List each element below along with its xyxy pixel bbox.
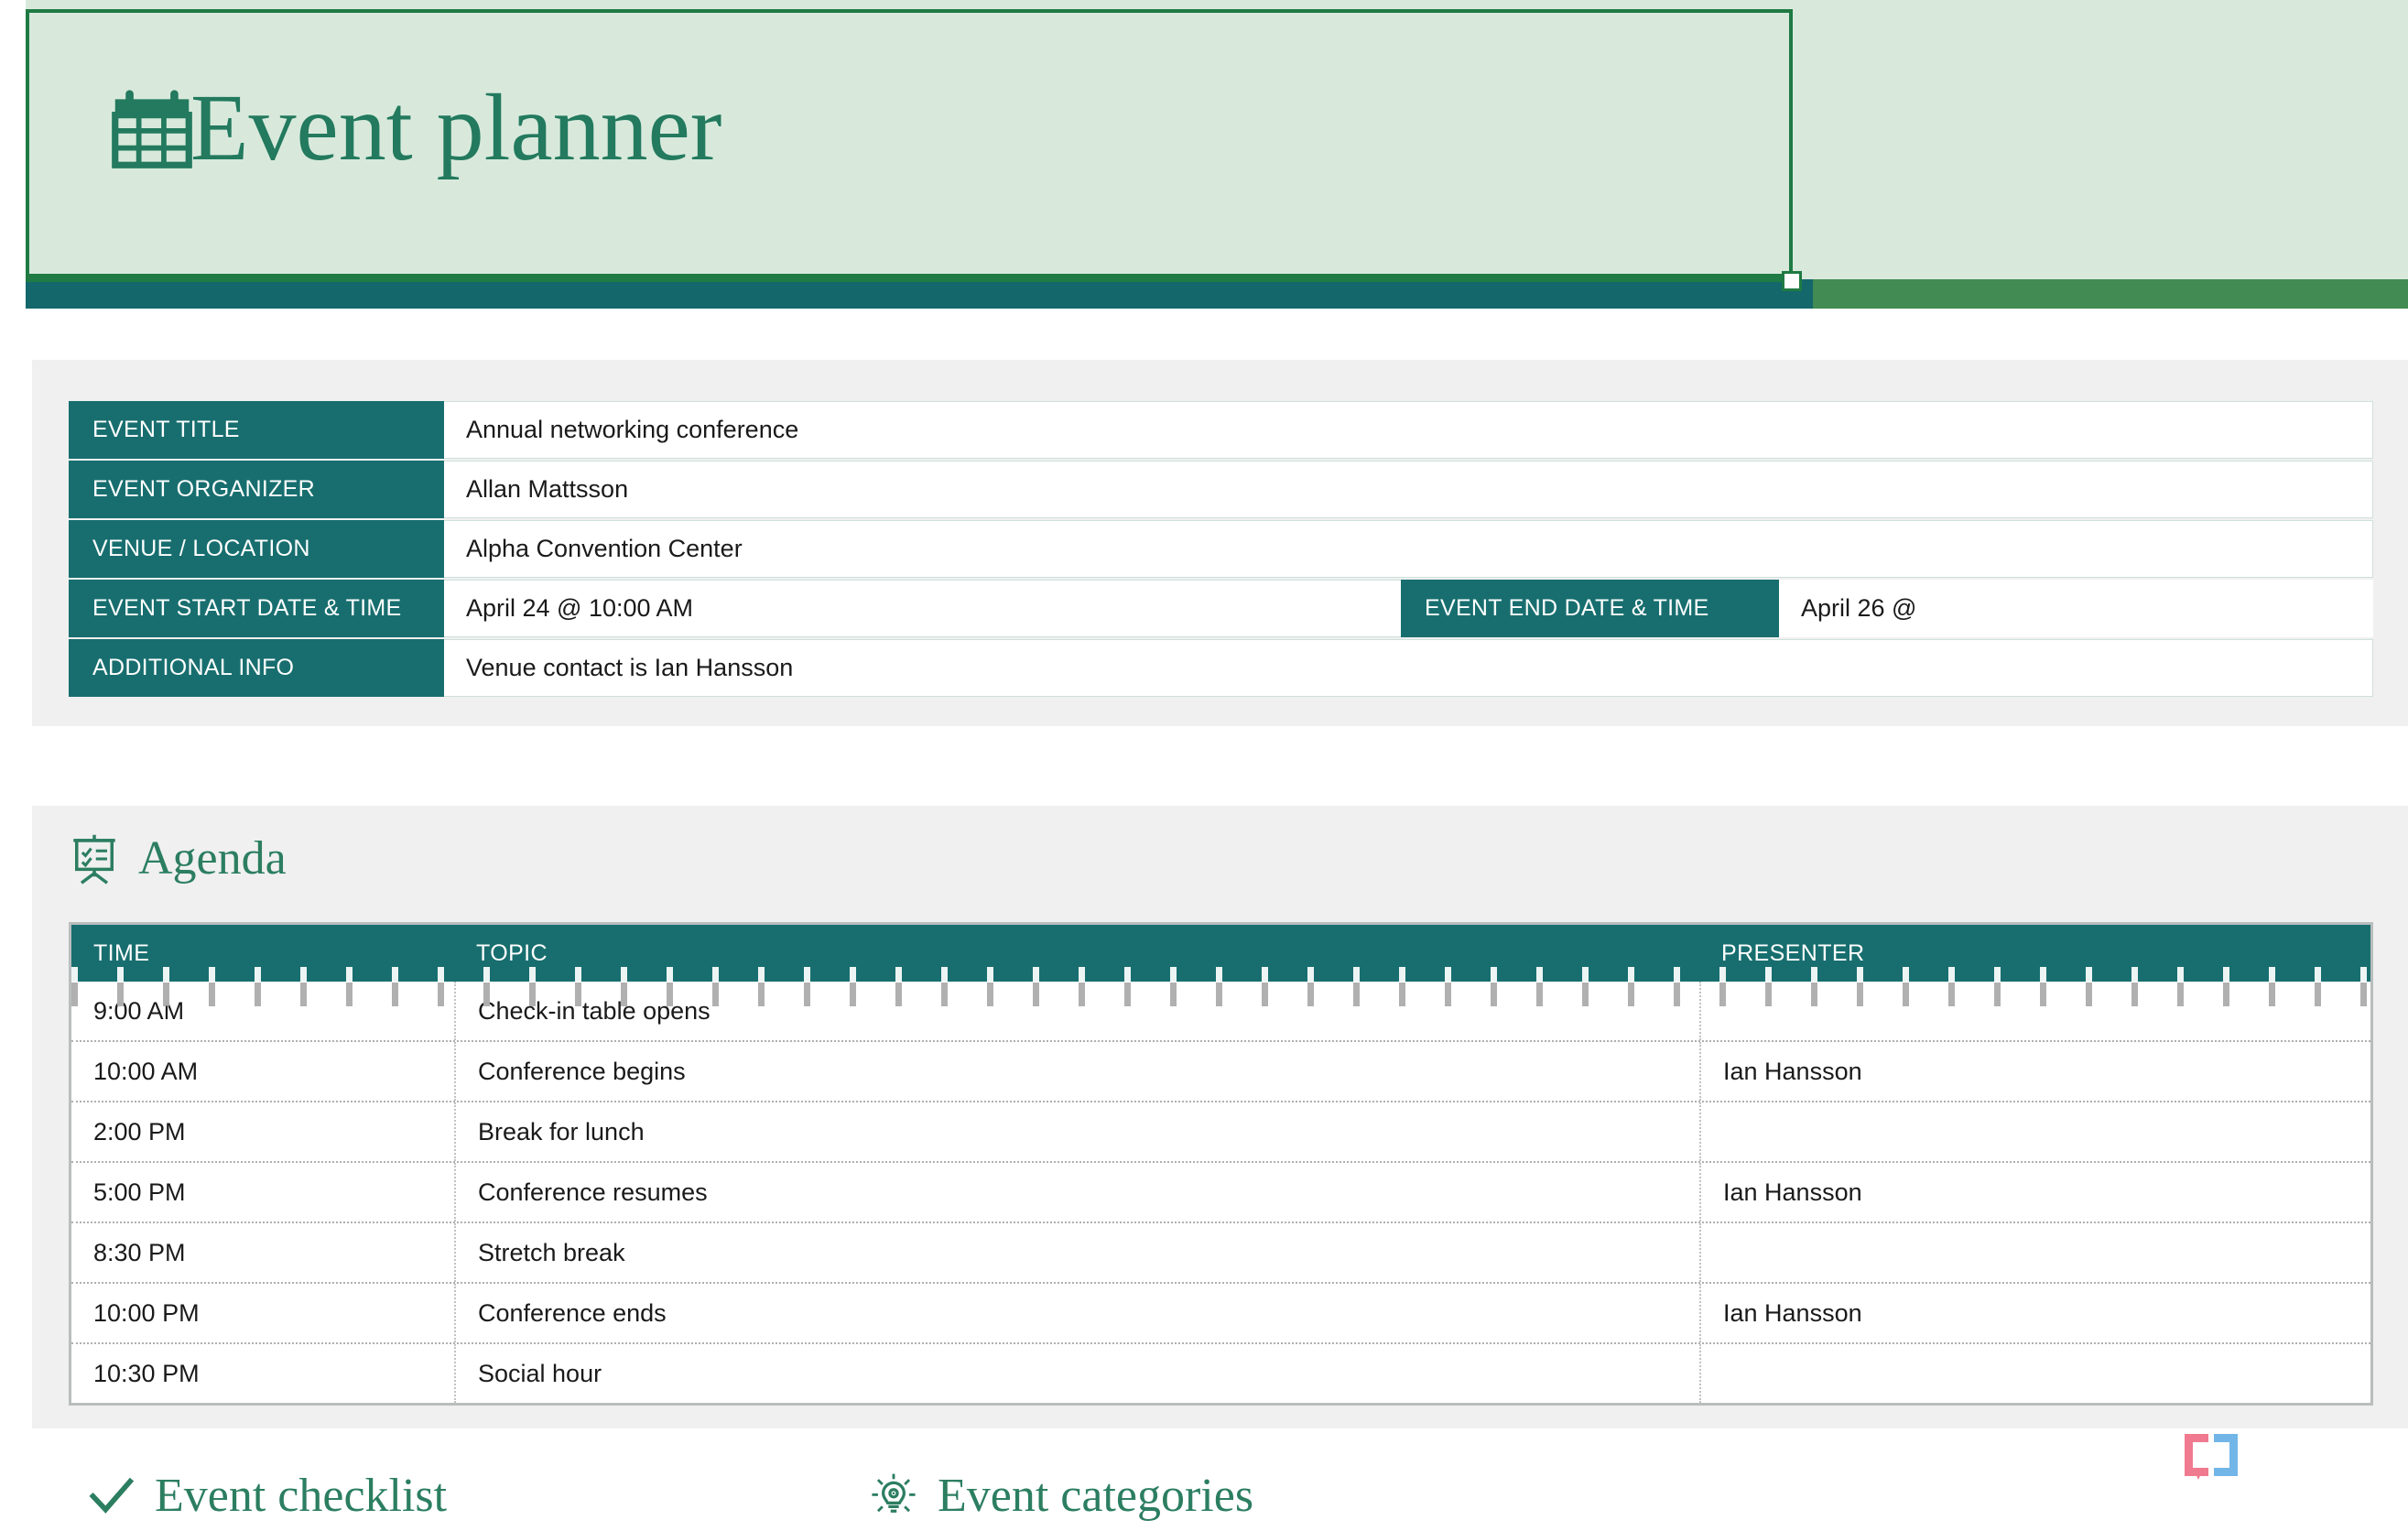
agenda-cell-topic[interactable]: Stretch break <box>454 1223 1699 1282</box>
agenda-cell-presenter[interactable] <box>1699 1223 2370 1282</box>
agenda-cell-time[interactable]: 8:30 PM <box>71 1223 454 1282</box>
info-row-event-organizer: EVENT ORGANIZER Allan Mattsson <box>69 461 2373 518</box>
event-categories-label: Event categories <box>938 1470 1254 1522</box>
info-value-event-organizer[interactable]: Allan Mattsson <box>444 461 2373 518</box>
table-row[interactable]: 10:30 PM Social hour <box>71 1342 2370 1403</box>
agenda-cell-time[interactable]: 10:30 PM <box>71 1344 454 1403</box>
info-row-additional-info: ADDITIONAL INFO Venue contact is Ian Han… <box>69 639 2373 697</box>
agenda-column-header-topic[interactable]: TOPIC <box>454 925 1699 982</box>
info-row-event-title: EVENT TITLE Annual networking conference <box>69 401 2373 459</box>
info-value-venue-location[interactable]: Alpha Convention Center <box>444 520 2373 578</box>
agenda-cell-topic[interactable]: Check-in table opens <box>454 982 1699 1040</box>
event-categories-heading: Event categories <box>870 1472 1253 1520</box>
agenda-table-header-row: TIME TOPIC PRESENTER <box>71 925 2370 982</box>
agenda-cell-topic[interactable]: Conference resumes <box>454 1163 1699 1222</box>
table-row[interactable]: 2:00 PM Break for lunch <box>71 1101 2370 1161</box>
agenda-cell-presenter[interactable] <box>1699 1344 2370 1403</box>
agenda-cell-time[interactable]: 10:00 AM <box>71 1042 454 1101</box>
checkmark-icon <box>89 1477 135 1514</box>
info-value-additional-info[interactable]: Venue contact is Ian Hansson <box>444 639 2373 697</box>
event-info-table: EVENT TITLE Annual networking conference… <box>69 401 2373 699</box>
info-label-event-end: EVENT END DATE & TIME <box>1401 580 1779 637</box>
agenda-cell-time[interactable]: 10:00 PM <box>71 1284 454 1342</box>
agenda-cell-topic[interactable]: Conference begins <box>454 1042 1699 1101</box>
agenda-cell-presenter[interactable]: Ian Hansson <box>1699 1042 2370 1101</box>
agenda-cell-presenter[interactable]: Ian Hansson <box>1699 1163 2370 1222</box>
agenda-cell-time[interactable]: 9:00 AM <box>71 982 454 1040</box>
agenda-heading-label: Agenda <box>138 832 287 885</box>
agenda-table: TIME TOPIC PRESENTER 9:00 AM Check-in ta… <box>69 922 2373 1406</box>
accent-bar-green <box>1813 279 2408 309</box>
agenda-cell-topic[interactable]: Conference ends <box>454 1284 1699 1342</box>
info-label-event-organizer: EVENT ORGANIZER <box>69 461 444 518</box>
agenda-cell-topic[interactable]: Social hour <box>454 1344 1699 1403</box>
info-label-additional-info: ADDITIONAL INFO <box>69 639 444 697</box>
info-row-event-start: EVENT START DATE & TIME April 24 @ 10:00… <box>69 580 2373 637</box>
table-row[interactable]: 5:00 PM Conference resumes Ian Hansson <box>71 1161 2370 1222</box>
info-value-event-title[interactable]: Annual networking conference <box>444 401 2373 459</box>
event-checklist-heading: Event checklist <box>87 1472 447 1520</box>
info-value-event-end[interactable]: April 26 @ <box>1779 580 2373 637</box>
header-selection-box[interactable] <box>26 9 1793 282</box>
agenda-column-header-presenter[interactable]: PRESENTER <box>1699 925 2370 982</box>
xda-watermark-logo <box>2185 1434 2368 1480</box>
agenda-cell-presenter[interactable] <box>1699 982 2370 1040</box>
table-row[interactable]: 10:00 PM Conference ends Ian Hansson <box>71 1282 2370 1342</box>
info-label-venue-location: VENUE / LOCATION <box>69 520 444 578</box>
agenda-cell-presenter[interactable] <box>1699 1102 2370 1161</box>
event-checklist-label: Event checklist <box>155 1470 448 1522</box>
agenda-column-header-time[interactable]: TIME <box>71 925 454 982</box>
accent-bar-teal <box>26 279 1813 309</box>
agenda-cell-time[interactable]: 2:00 PM <box>71 1102 454 1161</box>
agenda-heading: Agenda <box>69 833 287 885</box>
selection-resize-handle[interactable] <box>1782 271 1802 291</box>
table-row[interactable]: 9:00 AM Check-in table opens <box>71 982 2370 1040</box>
lightbulb-gear-icon <box>872 1473 916 1513</box>
agenda-cell-presenter[interactable]: Ian Hansson <box>1699 1284 2370 1342</box>
agenda-cell-time[interactable]: 5:00 PM <box>71 1163 454 1222</box>
info-label-event-start: EVENT START DATE & TIME <box>69 580 444 637</box>
info-row-venue-location: VENUE / LOCATION Alpha Convention Center <box>69 520 2373 578</box>
agenda-cell-topic[interactable]: Break for lunch <box>454 1102 1699 1161</box>
table-row[interactable]: 10:00 AM Conference begins Ian Hansson <box>71 1040 2370 1101</box>
info-label-event-title: EVENT TITLE <box>69 401 444 459</box>
table-row[interactable]: 8:30 PM Stretch break <box>71 1222 2370 1282</box>
presentation-checklist-icon <box>73 834 115 885</box>
